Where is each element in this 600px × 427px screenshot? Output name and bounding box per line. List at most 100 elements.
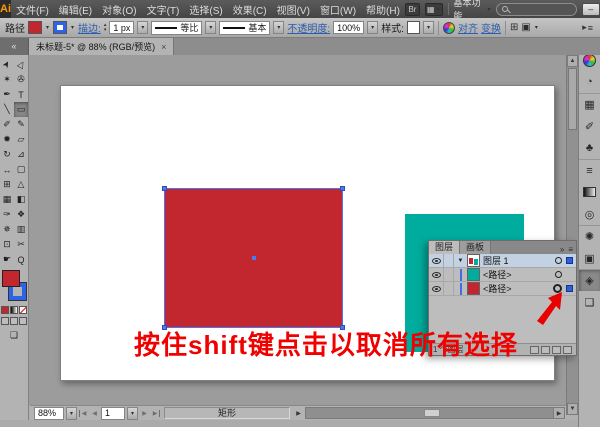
pencil-tool[interactable]: ✎	[14, 117, 28, 132]
brush-definition-dropdown[interactable]: 基本	[219, 21, 270, 35]
selection-indicator[interactable]	[566, 285, 573, 292]
artboard-number-input[interactable]: 1	[101, 407, 125, 420]
fill-color-swatch[interactable]	[28, 21, 42, 34]
zoom-level-input[interactable]: 88%	[34, 407, 64, 420]
first-artboard-button[interactable]: ◀	[79, 410, 88, 417]
artboards-panel-icon[interactable]: ❏	[579, 291, 600, 313]
path-thumbnail[interactable]	[467, 268, 480, 281]
zoom-tool[interactable]: Q	[14, 252, 28, 267]
menu-item[interactable]: 视图(V)	[272, 2, 315, 17]
spinner-down-icon[interactable]: ▾	[104, 28, 107, 33]
magic-wand-tool[interactable]: ✶	[0, 72, 14, 87]
symbol-sprayer-tool[interactable]: ✵	[0, 222, 14, 237]
brush-dropdown-button[interactable]: ▾	[273, 21, 284, 34]
color-mode-button[interactable]	[1, 306, 9, 314]
draw-normal-button[interactable]	[1, 317, 9, 325]
lock-toggle[interactable]	[444, 254, 454, 268]
delete-layer-button[interactable]	[563, 346, 572, 354]
scroll-down-button[interactable]: ▼	[567, 403, 578, 415]
vertical-scrollbar[interactable]: ▲ ▼	[566, 55, 578, 415]
transform-link[interactable]: 变换	[481, 20, 501, 35]
direct-selection-tool[interactable]: ▷	[14, 57, 28, 72]
graphic-styles-panel-icon[interactable]: ▣	[579, 247, 600, 269]
new-sublayer-button[interactable]	[541, 346, 550, 354]
vertical-scroll-thumb[interactable]	[568, 68, 577, 130]
shape-builder-tool[interactable]: ⊞	[0, 177, 14, 192]
chevron-down-icon[interactable]: ▾	[45, 24, 50, 31]
gradient-panel-icon[interactable]	[579, 181, 600, 203]
selection-handle[interactable]	[162, 186, 167, 191]
make-clip-mask-button[interactable]	[530, 346, 539, 354]
color-guide-panel-icon[interactable]: ◔	[579, 71, 600, 93]
hand-tool[interactable]: ☛	[0, 252, 14, 267]
minimize-button[interactable]: –	[582, 3, 599, 16]
visibility-toggle[interactable]	[429, 268, 444, 282]
eraser-tool[interactable]: ▱	[14, 132, 28, 147]
zoom-dropdown[interactable]: ▾	[66, 407, 77, 420]
width-profile-dropdown[interactable]: 等比	[151, 21, 202, 35]
draw-behind-button[interactable]	[10, 317, 18, 325]
align-link[interactable]: 对齐	[458, 20, 478, 35]
mesh-tool[interactable]: ▦	[0, 192, 14, 207]
menu-item[interactable]: 帮助(H)	[361, 2, 405, 17]
gradient-mode-button[interactable]	[10, 306, 18, 314]
layer-name[interactable]: 图层 1	[483, 254, 555, 267]
tab-artboards[interactable]: 画板	[460, 241, 491, 254]
next-artboard-button[interactable]: ▶	[140, 410, 149, 417]
target-circle[interactable]	[555, 271, 562, 278]
menu-item[interactable]: 效果(C)	[228, 2, 272, 17]
status-options-icon[interactable]: ▶	[294, 410, 303, 417]
scale-tool[interactable]: ⊿	[14, 147, 28, 162]
select-similar-icon[interactable]: ▣	[521, 22, 530, 33]
menu-item[interactable]: 窗口(W)	[315, 2, 361, 17]
artboard-dropdown[interactable]: ▾	[127, 407, 138, 420]
red-rectangle-shape[interactable]	[165, 189, 342, 327]
type-tool[interactable]: T	[14, 87, 28, 102]
rectangle-tool[interactable]: ▭	[14, 102, 28, 117]
tools-panel-collapse[interactable]: «	[0, 38, 29, 55]
selection-tool[interactable]: ➤	[0, 57, 14, 72]
arrange-documents-button[interactable]: ▦▾	[425, 3, 443, 16]
menu-item[interactable]: 文件(F)	[11, 2, 54, 17]
paintbrush-tool[interactable]: ✐	[0, 117, 14, 132]
symbols-panel-icon[interactable]: ♣	[579, 137, 600, 159]
style-swatch[interactable]	[407, 21, 420, 34]
brushes-panel-icon[interactable]: ✐	[579, 115, 600, 137]
menu-item[interactable]: 文字(T)	[142, 2, 185, 17]
opacity-input[interactable]: 100%	[333, 21, 364, 34]
swatches-panel-icon[interactable]: ▦	[579, 93, 600, 115]
free-transform-tool[interactable]: ▢	[14, 162, 28, 177]
blend-tool[interactable]: ❖	[14, 207, 28, 222]
last-artboard-button[interactable]: ▶	[151, 410, 160, 417]
bridge-button[interactable]: Br	[405, 3, 420, 16]
menu-item[interactable]: 选择(S)	[184, 2, 227, 17]
target-circle[interactable]	[555, 257, 562, 264]
menu-item[interactable]: 编辑(E)	[54, 2, 97, 17]
transparency-panel-icon[interactable]: ◎	[579, 203, 600, 225]
stroke-width-dropdown[interactable]: ▾	[137, 21, 148, 34]
gradient-tool[interactable]: ◧	[14, 192, 28, 207]
line-segment-tool[interactable]: ╲	[0, 102, 14, 117]
bounding-box-icon[interactable]: ⊞	[510, 22, 518, 33]
profile-dropdown-button[interactable]: ▾	[205, 21, 216, 34]
layers-panel-icon[interactable]: ◈	[579, 269, 600, 291]
tab-layers[interactable]: 图层	[429, 241, 460, 254]
lock-toggle[interactable]	[444, 268, 454, 282]
column-graph-tool[interactable]: ▥	[14, 222, 28, 237]
path-row[interactable]: <路径>	[429, 268, 576, 282]
menu-item[interactable]: 对象(O)	[97, 2, 141, 17]
none-mode-button[interactable]	[19, 306, 27, 314]
control-panel-menu-icon[interactable]: ▸≡	[582, 22, 595, 33]
selection-handle[interactable]	[340, 186, 345, 191]
lasso-tool[interactable]: ✇	[14, 72, 28, 87]
collapse-panel-icon[interactable]: »	[560, 245, 564, 254]
visibility-toggle[interactable]	[429, 282, 444, 296]
selection-indicator[interactable]	[566, 257, 573, 264]
stroke-panel-link[interactable]: 描边:	[78, 20, 101, 35]
scroll-right-button[interactable]: ▶	[553, 408, 564, 418]
visibility-toggle[interactable]	[429, 254, 444, 268]
stroke-panel-icon[interactable]: ≡	[579, 159, 600, 181]
recolor-artwork-icon[interactable]	[443, 22, 455, 34]
perspective-grid-tool[interactable]: △	[14, 177, 28, 192]
width-tool[interactable]: ↔	[0, 162, 14, 177]
